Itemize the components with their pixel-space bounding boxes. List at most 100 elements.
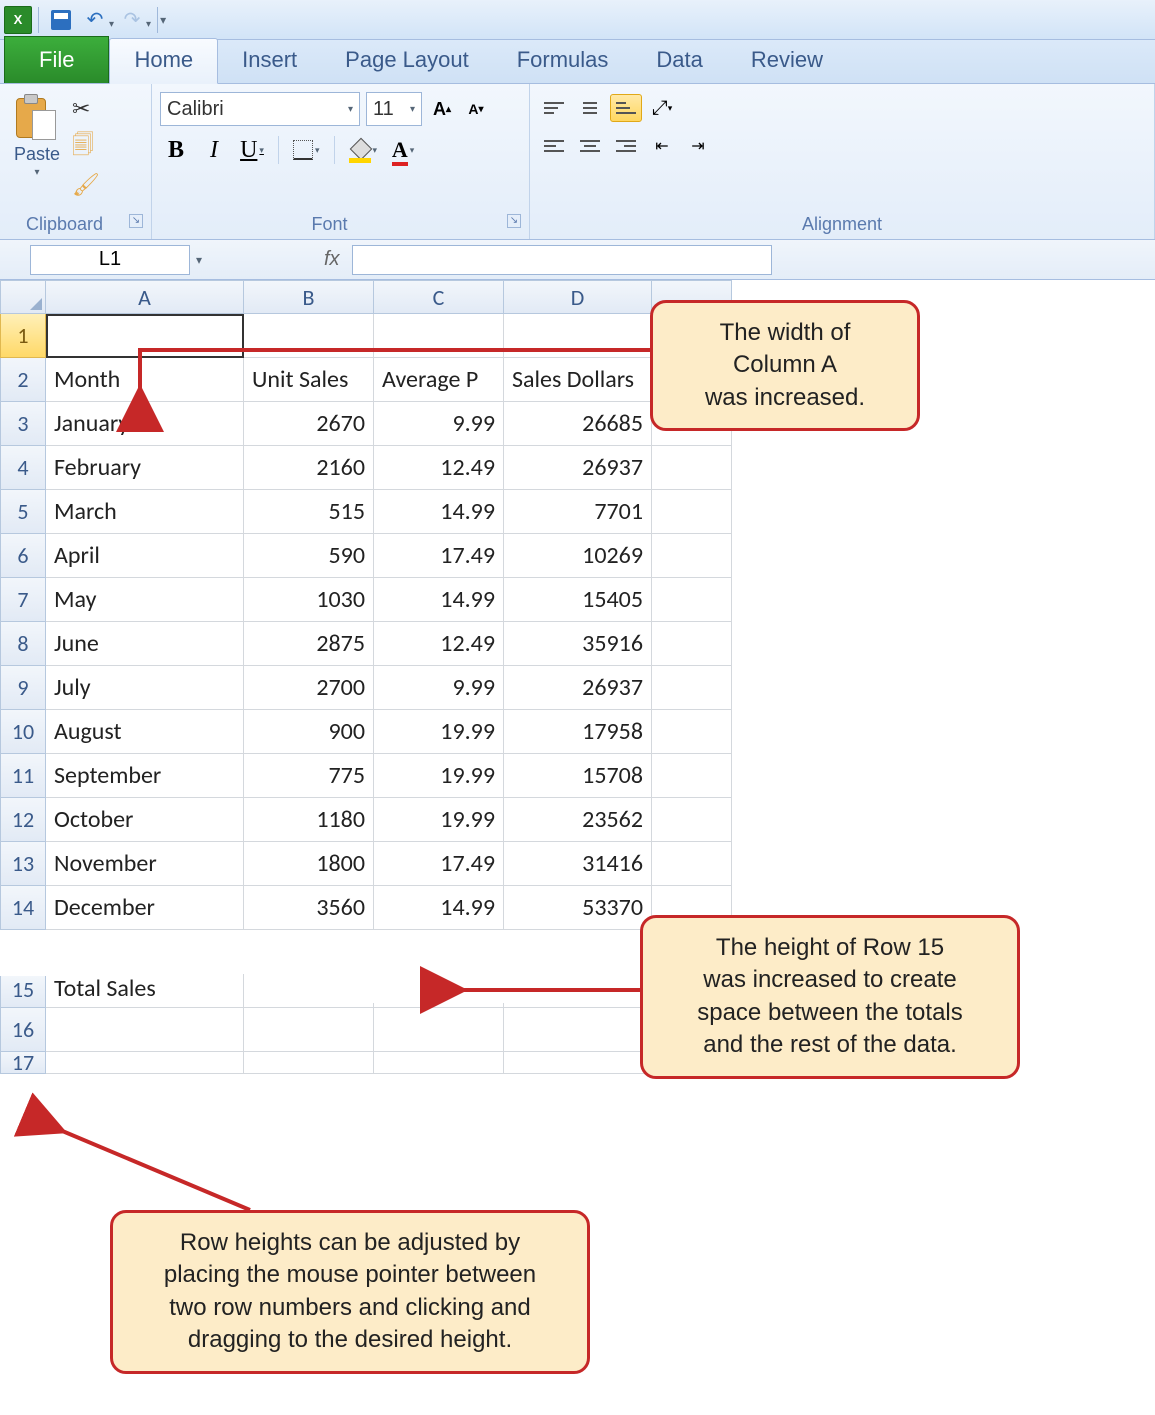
- row-header-12[interactable]: 12: [0, 798, 46, 842]
- cell-D10[interactable]: 17958: [504, 710, 652, 754]
- cell-A12[interactable]: October: [46, 798, 244, 842]
- cell-C16[interactable]: [374, 1008, 504, 1052]
- cell-D17[interactable]: [504, 1052, 652, 1074]
- orientation-button[interactable]: ⤢▾: [646, 94, 678, 122]
- cell-A6[interactable]: April: [46, 534, 244, 578]
- borders-button[interactable]: ▾: [289, 134, 324, 166]
- cell-E9[interactable]: [652, 666, 732, 710]
- tab-insert[interactable]: Insert: [218, 39, 321, 83]
- tab-home[interactable]: Home: [109, 38, 218, 84]
- paste-button[interactable]: Paste ▾: [8, 92, 66, 180]
- row-header-4[interactable]: 4: [0, 446, 46, 490]
- cell-B12[interactable]: 1180: [244, 798, 374, 842]
- shrink-font-button[interactable]: A▾: [462, 95, 490, 123]
- cell-D9[interactable]: 26937: [504, 666, 652, 710]
- cell-A1[interactable]: [46, 314, 244, 358]
- cell-B3[interactable]: 2670: [244, 402, 374, 446]
- cell-E8[interactable]: [652, 622, 732, 666]
- cell-B5[interactable]: 515: [244, 490, 374, 534]
- cell-C1[interactable]: [374, 314, 504, 358]
- cell-D13[interactable]: 31416: [504, 842, 652, 886]
- cell-A3[interactable]: January: [46, 402, 244, 446]
- cell-A7[interactable]: May: [46, 578, 244, 622]
- align-center-button[interactable]: [574, 132, 606, 160]
- cut-button[interactable]: ✂: [72, 96, 100, 122]
- font-name-combo[interactable]: Calibri▾: [160, 92, 360, 126]
- undo-dropdown[interactable]: ▾: [109, 19, 114, 30]
- cell-B11[interactable]: 775: [244, 754, 374, 798]
- align-top-button[interactable]: [538, 94, 570, 122]
- cell-A14[interactable]: December: [46, 886, 244, 930]
- clipboard-launcher[interactable]: ↘: [129, 214, 143, 228]
- cell-C6[interactable]: 17.49: [374, 534, 504, 578]
- cell-E5[interactable]: [652, 490, 732, 534]
- cell-A4[interactable]: February: [46, 446, 244, 490]
- cell-E4[interactable]: [652, 446, 732, 490]
- cell-D6[interactable]: 10269: [504, 534, 652, 578]
- tab-page-layout[interactable]: Page Layout: [321, 39, 493, 83]
- formula-input[interactable]: [352, 245, 772, 275]
- cell-B2[interactable]: Unit Sales: [244, 358, 374, 402]
- row-header-3[interactable]: 3: [0, 402, 46, 446]
- align-right-button[interactable]: [610, 132, 642, 160]
- cell-A8[interactable]: June: [46, 622, 244, 666]
- cell-D7[interactable]: 15405: [504, 578, 652, 622]
- fill-color-button[interactable]: ▾: [345, 134, 382, 166]
- name-box-dropdown[interactable]: ▾: [190, 245, 208, 275]
- cell-C2[interactable]: Average P: [374, 358, 504, 402]
- cell-D16[interactable]: [504, 1008, 652, 1052]
- cell-A10[interactable]: August: [46, 710, 244, 754]
- row-header-10[interactable]: 10: [0, 710, 46, 754]
- cell-D5[interactable]: 7701: [504, 490, 652, 534]
- cell-B7[interactable]: 1030: [244, 578, 374, 622]
- cell-A15[interactable]: Total Sales: [46, 974, 244, 1008]
- cell-D14[interactable]: 53370: [504, 886, 652, 930]
- row-header-9[interactable]: 9: [0, 666, 46, 710]
- row-header-6[interactable]: 6: [0, 534, 46, 578]
- cell-C17[interactable]: [374, 1052, 504, 1074]
- cell-C12[interactable]: 19.99: [374, 798, 504, 842]
- italic-button[interactable]: I: [198, 134, 230, 166]
- tab-file[interactable]: File: [4, 36, 109, 83]
- fx-icon[interactable]: fx: [324, 248, 340, 271]
- row-header-7[interactable]: 7: [0, 578, 46, 622]
- cell-C13[interactable]: 17.49: [374, 842, 504, 886]
- qat-customize-dropdown[interactable]: ▾: [160, 13, 166, 27]
- cell-D3[interactable]: 26685: [504, 402, 652, 446]
- cell-A13[interactable]: November: [46, 842, 244, 886]
- cell-B6[interactable]: 590: [244, 534, 374, 578]
- cell-B16[interactable]: [244, 1008, 374, 1052]
- name-box[interactable]: L1: [30, 245, 190, 275]
- cell-D11[interactable]: 15708: [504, 754, 652, 798]
- cell-C3[interactable]: 9.99: [374, 402, 504, 446]
- col-header-B[interactable]: B: [244, 280, 374, 314]
- underline-button[interactable]: U▾: [236, 134, 268, 166]
- cell-D4[interactable]: 26937: [504, 446, 652, 490]
- save-button[interactable]: [45, 6, 77, 34]
- cell-E13[interactable]: [652, 842, 732, 886]
- row-header-11[interactable]: 11: [0, 754, 46, 798]
- increase-indent-button[interactable]: ⇥: [682, 132, 714, 160]
- decrease-indent-button[interactable]: ⇤: [646, 132, 678, 160]
- font-color-button[interactable]: A▾: [387, 134, 419, 166]
- cell-A16[interactable]: [46, 1008, 244, 1052]
- cell-D2[interactable]: Sales Dollars: [504, 358, 652, 402]
- paste-dropdown[interactable]: ▾: [35, 167, 40, 178]
- cell-C11[interactable]: 19.99: [374, 754, 504, 798]
- grow-font-button[interactable]: A▴: [428, 95, 456, 123]
- cell-D12[interactable]: 23562: [504, 798, 652, 842]
- cell-A9[interactable]: July: [46, 666, 244, 710]
- cell-C9[interactable]: 9.99: [374, 666, 504, 710]
- cell-B4[interactable]: 2160: [244, 446, 374, 490]
- bold-button[interactable]: B: [160, 134, 192, 166]
- row-header-16[interactable]: 16: [0, 1008, 46, 1052]
- cell-C4[interactable]: 12.49: [374, 446, 504, 490]
- col-header-A[interactable]: A: [46, 280, 244, 314]
- format-painter-button[interactable]: 🖌: [72, 172, 100, 198]
- row-header-17[interactable]: 17: [0, 1052, 46, 1074]
- copy-button[interactable]: 🗐: [72, 128, 100, 166]
- cell-C14[interactable]: 14.99: [374, 886, 504, 930]
- cell-E11[interactable]: [652, 754, 732, 798]
- cell-A17[interactable]: [46, 1052, 244, 1074]
- align-left-button[interactable]: [538, 132, 570, 160]
